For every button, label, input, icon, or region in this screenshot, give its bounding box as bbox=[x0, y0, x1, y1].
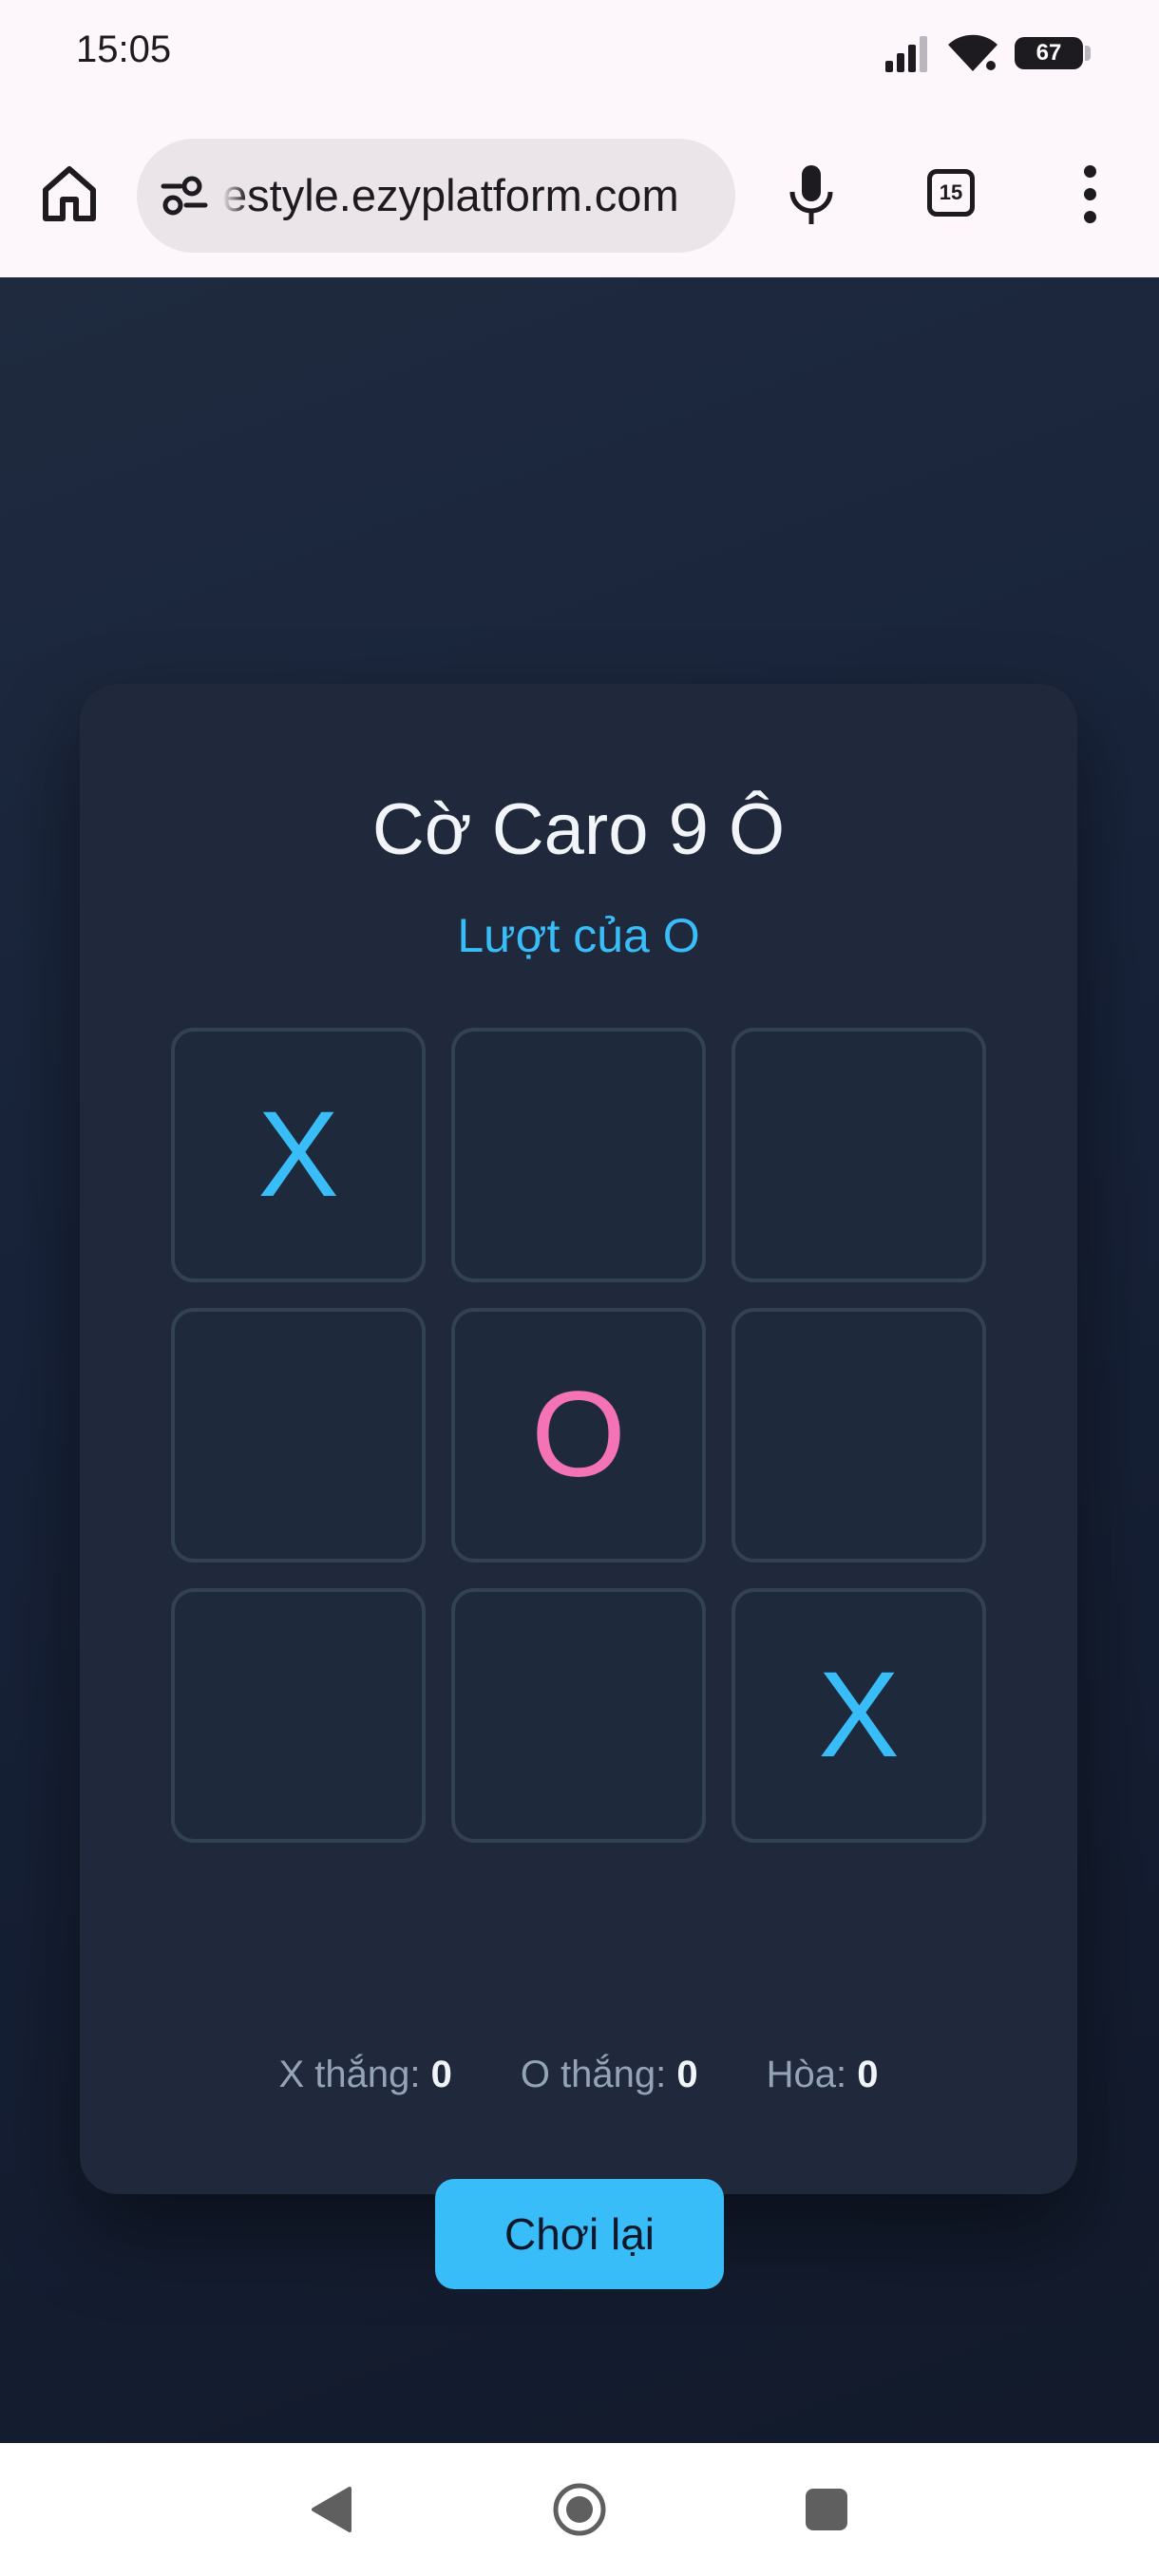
score-draw-label: Hòa: bbox=[766, 2054, 847, 2095]
score-draw-value: 0 bbox=[857, 2054, 879, 2095]
score-x-value: 0 bbox=[430, 2054, 452, 2095]
tab-switcher-button[interactable]: 15 bbox=[927, 169, 975, 217]
more-menu-icon[interactable] bbox=[1072, 165, 1110, 224]
score-o: O thắng: 0 bbox=[521, 2054, 698, 2096]
score-o-value: 0 bbox=[676, 2054, 698, 2095]
scoreboard: X thắng: 0 O thắng: 0 Hòa: 0 bbox=[80, 2054, 1077, 2096]
recents-icon[interactable] bbox=[806, 2489, 847, 2530]
turn-indicator: Lượt của O bbox=[457, 909, 700, 962]
board-cell-4[interactable] bbox=[171, 1308, 426, 1563]
score-x: X thắng: 0 bbox=[278, 2054, 451, 2096]
board-cell-8[interactable] bbox=[451, 1588, 706, 1843]
board-cell-9[interactable]: X bbox=[732, 1588, 986, 1843]
battery-level: 67 bbox=[1036, 40, 1062, 66]
url-text[interactable]: estyle.ezyplatform.com bbox=[222, 169, 721, 221]
status-bar: 15:05 67 bbox=[0, 0, 1159, 116]
board-cell-7[interactable] bbox=[171, 1588, 426, 1843]
board-cell-3[interactable] bbox=[732, 1028, 986, 1282]
signal-icon bbox=[885, 36, 927, 72]
board-cell-2[interactable] bbox=[451, 1028, 706, 1282]
site-settings-icon[interactable] bbox=[160, 175, 209, 217]
battery-icon: 67 bbox=[1015, 37, 1091, 69]
board-cell-5[interactable]: O bbox=[451, 1308, 706, 1563]
home-icon[interactable] bbox=[38, 161, 101, 224]
tab-count: 15 bbox=[939, 180, 963, 204]
system-nav-bar bbox=[0, 2443, 1159, 2576]
board-cell-1[interactable]: X bbox=[171, 1028, 426, 1282]
browser-toolbar: estyle.ezyplatform.com 15 bbox=[0, 116, 1159, 278]
status-time: 15:05 bbox=[76, 28, 172, 70]
game-card: Cờ Caro 9 Ô Lượt của O X O X Chơi lại X … bbox=[80, 684, 1077, 2289]
wifi-icon bbox=[948, 34, 998, 71]
game-title: Cờ Caro 9 Ô bbox=[371, 789, 786, 870]
microphone-icon[interactable] bbox=[783, 161, 840, 230]
status-icons: 67 bbox=[884, 32, 1091, 74]
board-cell-6[interactable] bbox=[732, 1308, 986, 1563]
page-content: Cờ Caro 9 Ô Lượt của O X O X Chơi lại X … bbox=[0, 277, 1159, 2443]
score-draw: Hòa: 0 bbox=[767, 2054, 879, 2096]
game-board: X O X bbox=[171, 1028, 986, 1843]
back-icon[interactable] bbox=[310, 2485, 353, 2534]
score-o-label: O thắng: bbox=[520, 2054, 667, 2095]
address-bar[interactable]: estyle.ezyplatform.com bbox=[137, 139, 735, 253]
score-x-label: X thắng: bbox=[278, 2054, 421, 2095]
play-again-button[interactable]: Chơi lại bbox=[435, 2179, 724, 2289]
home-circle-icon[interactable] bbox=[551, 2481, 608, 2538]
